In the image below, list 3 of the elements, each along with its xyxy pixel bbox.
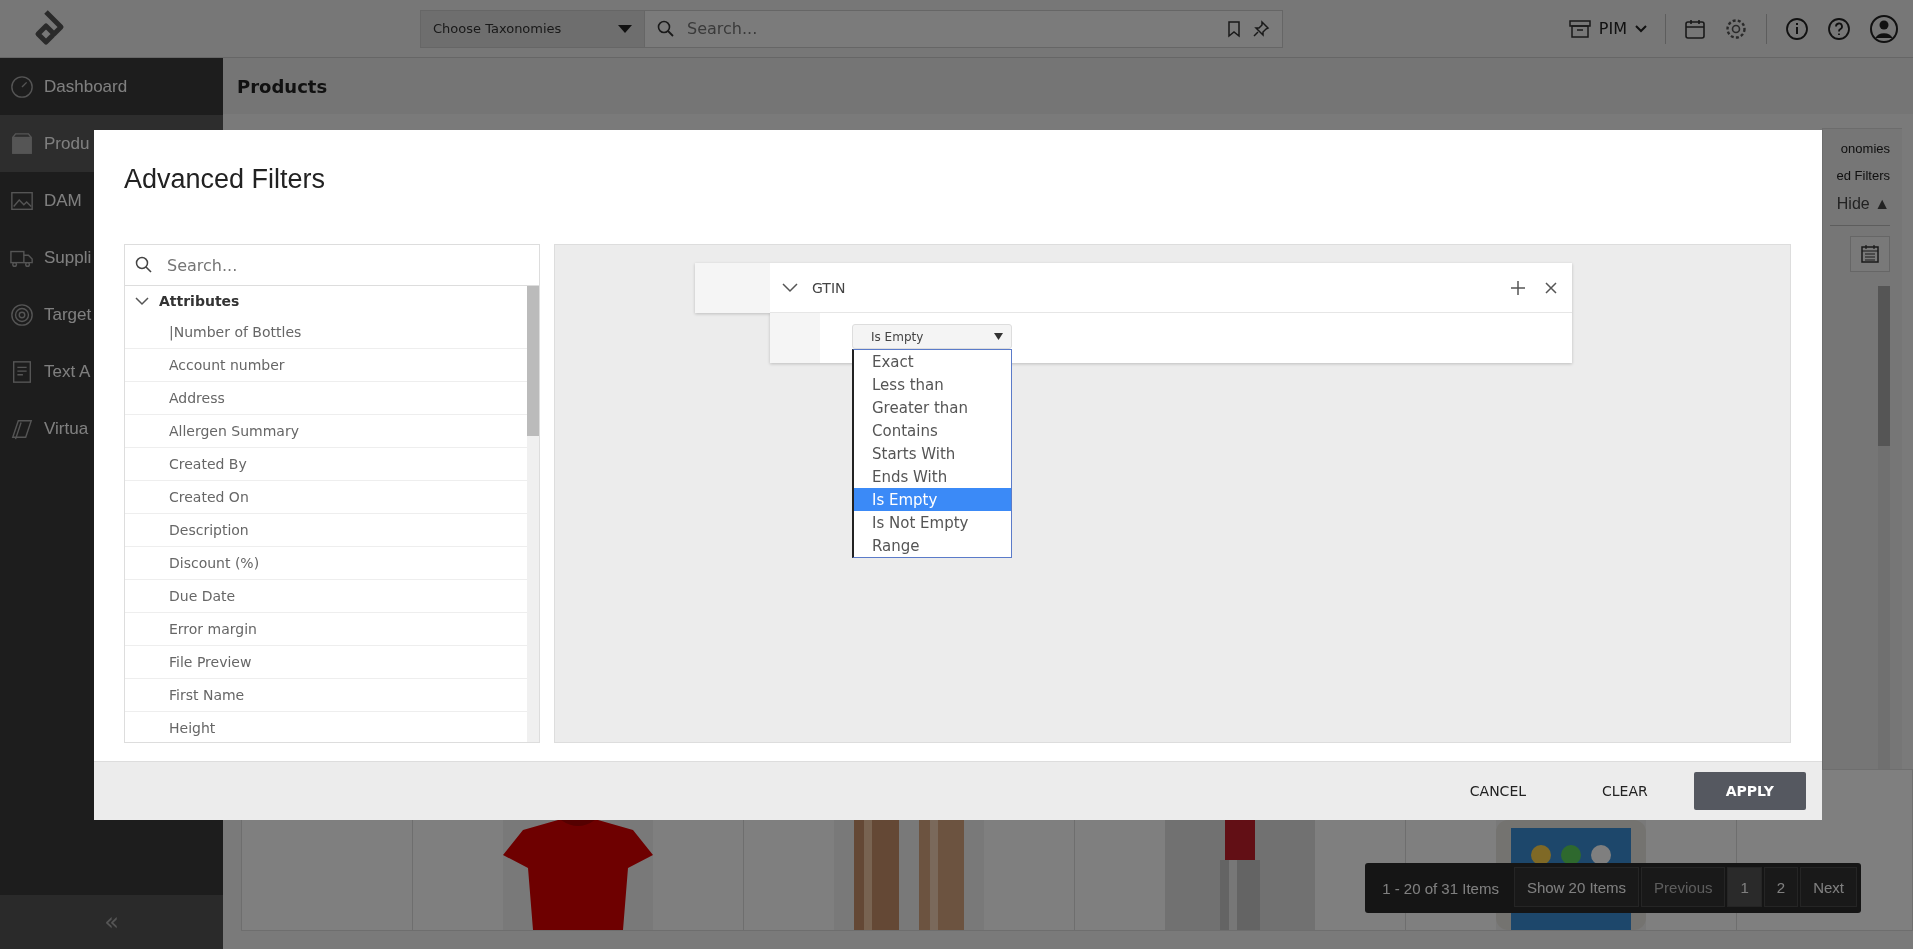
dialog-title: Advanced Filters — [123, 163, 327, 196]
page-title: Products — [223, 58, 1913, 114]
filter-field-name: GTIN — [812, 279, 846, 296]
